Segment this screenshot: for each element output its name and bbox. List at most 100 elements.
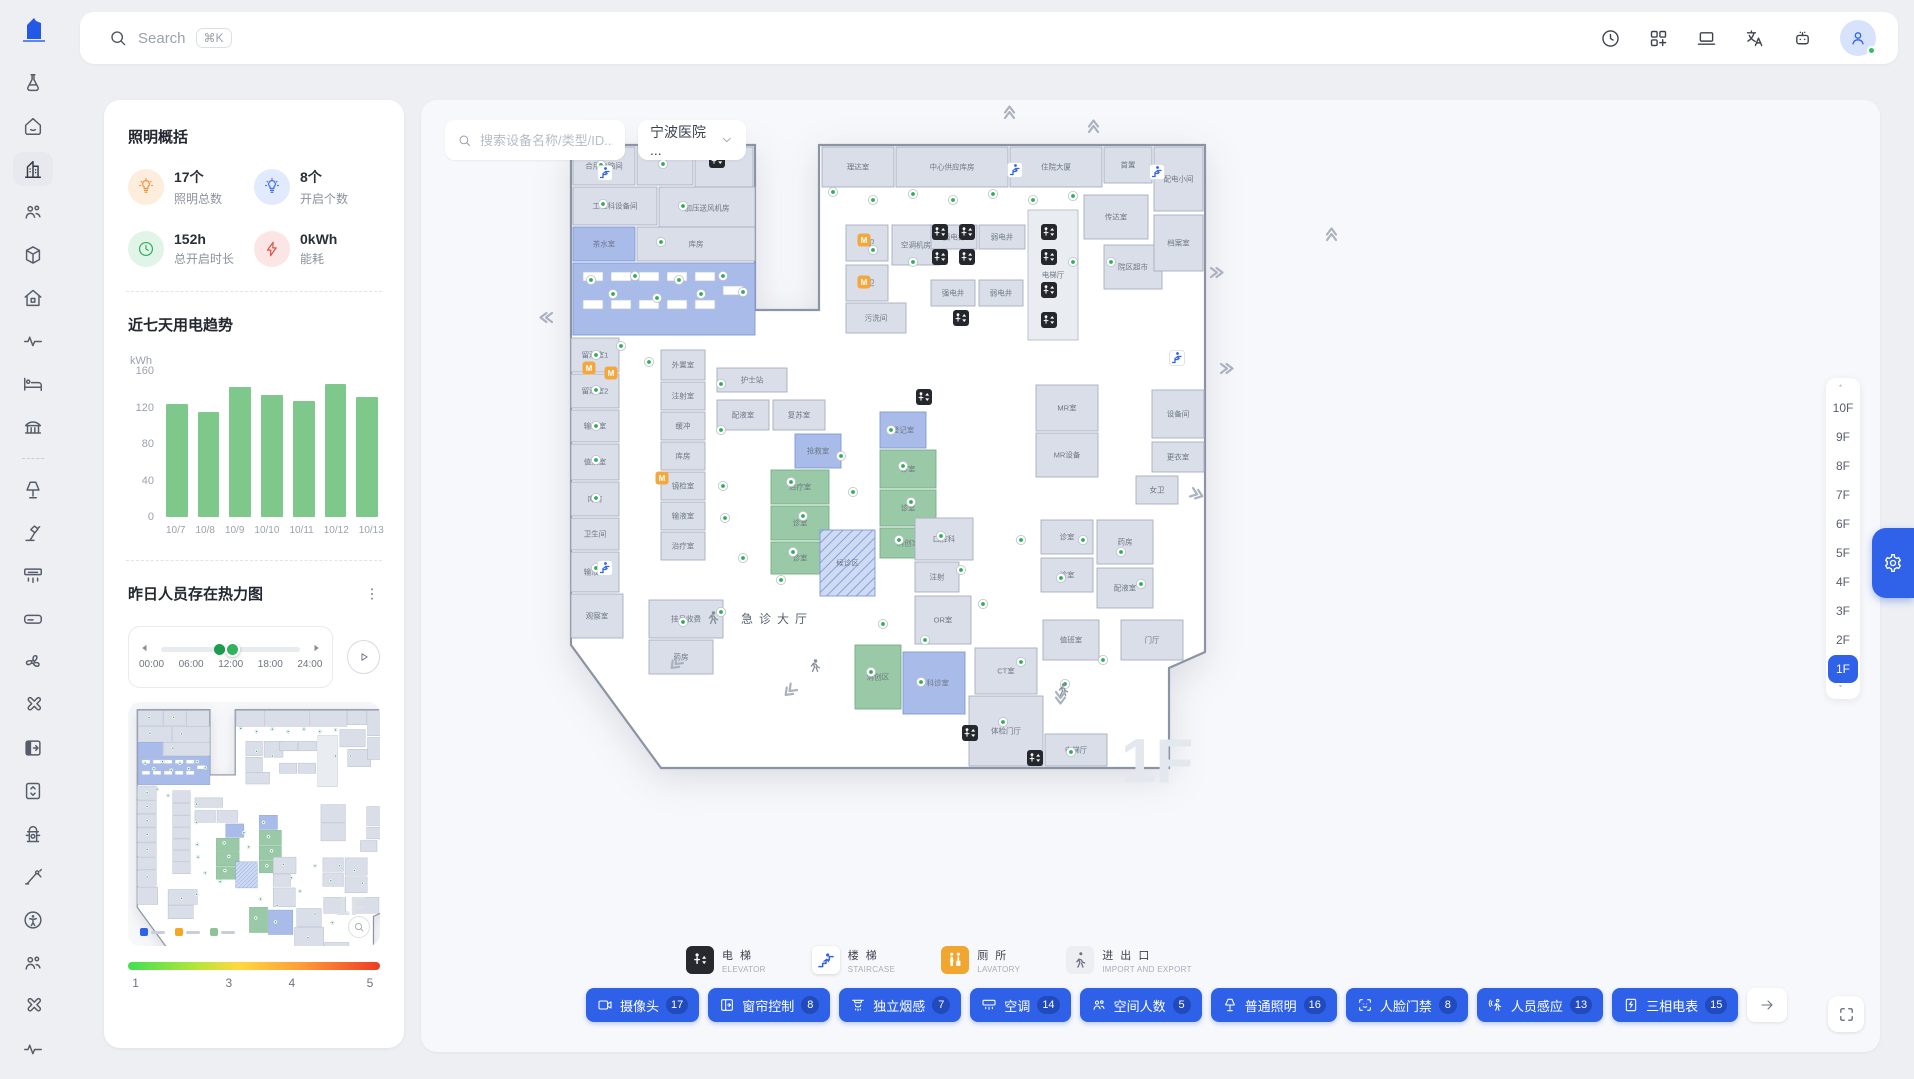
sensor-marker[interactable] (218, 880, 222, 884)
sensor-marker[interactable] (169, 768, 173, 772)
minimap-zoom-button[interactable] (348, 916, 370, 938)
sidebar-item-building[interactable] (13, 152, 53, 186)
sensor-marker[interactable] (334, 754, 338, 758)
sensor-marker[interactable] (738, 287, 747, 296)
sensor-marker[interactable] (349, 754, 353, 758)
sensor-marker[interactable] (894, 535, 903, 544)
sensor-marker[interactable] (1068, 257, 1077, 266)
elevator-marker[interactable] (1041, 249, 1057, 265)
sensor-marker[interactable] (171, 746, 175, 750)
sensor-marker[interactable] (1098, 655, 1107, 664)
sensor-marker[interactable] (678, 617, 687, 626)
sensor-marker[interactable] (591, 385, 600, 394)
slider-next-icon[interactable] (310, 641, 322, 655)
sidebar-item-bank[interactable] (13, 410, 53, 444)
sensor-marker[interactable] (302, 727, 306, 731)
sensor-marker[interactable] (227, 855, 231, 859)
sensor-marker[interactable] (353, 869, 357, 873)
device-chip-普通照明[interactable]: 普通照明16 (1211, 988, 1337, 1022)
sensor-marker[interactable] (145, 875, 149, 879)
elevator-marker[interactable] (1041, 312, 1057, 328)
building-select[interactable]: 宁波医院 ... (638, 120, 746, 160)
sensor-marker[interactable] (196, 855, 200, 859)
topbar-workspace-icon[interactable] (1696, 28, 1717, 49)
sidebar-item-hydrant[interactable] (13, 817, 53, 851)
topbar-assistant-icon[interactable] (1792, 28, 1813, 49)
sensor-marker[interactable] (223, 869, 227, 873)
elevator-marker[interactable] (962, 725, 978, 741)
sensor-marker[interactable] (313, 864, 317, 868)
sensor-marker[interactable] (920, 635, 929, 644)
sensor-marker[interactable] (361, 881, 365, 885)
sidebar-item-disconnect[interactable] (13, 860, 53, 894)
sensor-marker[interactable] (318, 730, 322, 734)
sensor-marker[interactable] (265, 864, 269, 868)
device-chip-独立烟感[interactable]: 独立烟感7 (839, 988, 961, 1022)
sensor-marker[interactable] (916, 677, 925, 686)
floor-button-4F[interactable]: 4F (1828, 568, 1858, 596)
sensor-marker[interactable] (195, 821, 199, 825)
sensor-marker[interactable] (591, 421, 600, 430)
time-slider[interactable]: 00:0006:0012:0018:0024:00 (128, 626, 333, 688)
elevator-marker[interactable] (1041, 224, 1057, 240)
sensor-marker[interactable] (591, 350, 600, 359)
slider-track[interactable] (161, 647, 300, 652)
sensor-marker[interactable] (145, 819, 149, 823)
sensor-marker[interactable] (180, 732, 184, 736)
sidebar-item-lamp[interactable] (13, 473, 53, 507)
chips-more-button[interactable] (1747, 988, 1787, 1022)
sidebar-item-flask[interactable] (13, 66, 53, 100)
device-chip-人脸门禁[interactable]: 人脸门禁8 (1346, 988, 1468, 1022)
sidebar-item-home[interactable] (13, 109, 53, 143)
elevator-marker[interactable] (932, 224, 948, 240)
sensor-marker[interactable] (956, 565, 965, 574)
user-avatar[interactable] (1840, 20, 1876, 56)
sensor-marker[interactable] (886, 425, 895, 434)
sensor-marker[interactable] (656, 237, 665, 246)
floor-button-1F[interactable]: 1F (1828, 655, 1858, 683)
device-badge-marker[interactable]: M (583, 362, 596, 375)
sensor-marker[interactable] (718, 271, 727, 280)
sensor-marker[interactable] (868, 195, 877, 204)
device-search-input[interactable] (480, 133, 613, 148)
sensor-marker[interactable] (798, 511, 807, 520)
sensor-marker[interactable] (222, 841, 226, 845)
sidebar-item-socket[interactable] (13, 774, 53, 808)
sensor-marker[interactable] (848, 487, 857, 496)
floor-button-5F[interactable]: 5F (1828, 539, 1858, 567)
device-chip-人员感应[interactable]: 人员感应13 (1477, 988, 1603, 1022)
sidebar-item-accessibility[interactable] (13, 903, 53, 937)
sensor-marker[interactable] (275, 903, 279, 907)
sensor-marker[interactable] (338, 864, 342, 868)
sensor-marker[interactable] (298, 889, 302, 893)
sensor-marker[interactable] (866, 667, 875, 676)
map-settings-button[interactable] (1872, 528, 1914, 598)
sidebar-item-desk-lamp[interactable] (13, 516, 53, 550)
sensor-marker[interactable] (271, 727, 275, 731)
topbar-apps-icon[interactable] (1648, 28, 1669, 49)
sensor-marker[interactable] (1016, 535, 1025, 544)
sensor-marker[interactable] (306, 936, 310, 940)
sensor-marker[interactable] (696, 289, 705, 298)
device-chip-摄像头[interactable]: 摄像头17 (586, 988, 699, 1022)
sidebar-item-cube[interactable] (13, 238, 53, 272)
elevator-marker[interactable] (916, 389, 932, 405)
sensor-marker[interactable] (948, 195, 957, 204)
sensor-marker[interactable] (716, 425, 725, 434)
sidebar-item-valve[interactable] (13, 989, 53, 1023)
elevator-marker[interactable] (1041, 282, 1057, 298)
sensor-marker[interactable] (259, 897, 263, 901)
sensor-marker[interactable] (282, 862, 286, 866)
heatmap-minimap[interactable]: 1F (128, 702, 380, 946)
sensor-marker[interactable] (271, 754, 275, 758)
device-chip-空间人数[interactable]: 空间人数5 (1080, 988, 1202, 1022)
sensor-marker[interactable] (143, 761, 147, 765)
sensor-marker[interactable] (331, 921, 335, 925)
sensor-marker[interactable] (988, 189, 997, 198)
sensor-marker[interactable] (1066, 747, 1075, 756)
topbar-translate-icon[interactable] (1744, 28, 1765, 49)
sidebar-item-team[interactable] (13, 946, 53, 980)
device-search[interactable] (445, 120, 625, 160)
sensor-marker[interactable] (270, 849, 274, 853)
sensor-marker[interactable] (836, 451, 845, 460)
